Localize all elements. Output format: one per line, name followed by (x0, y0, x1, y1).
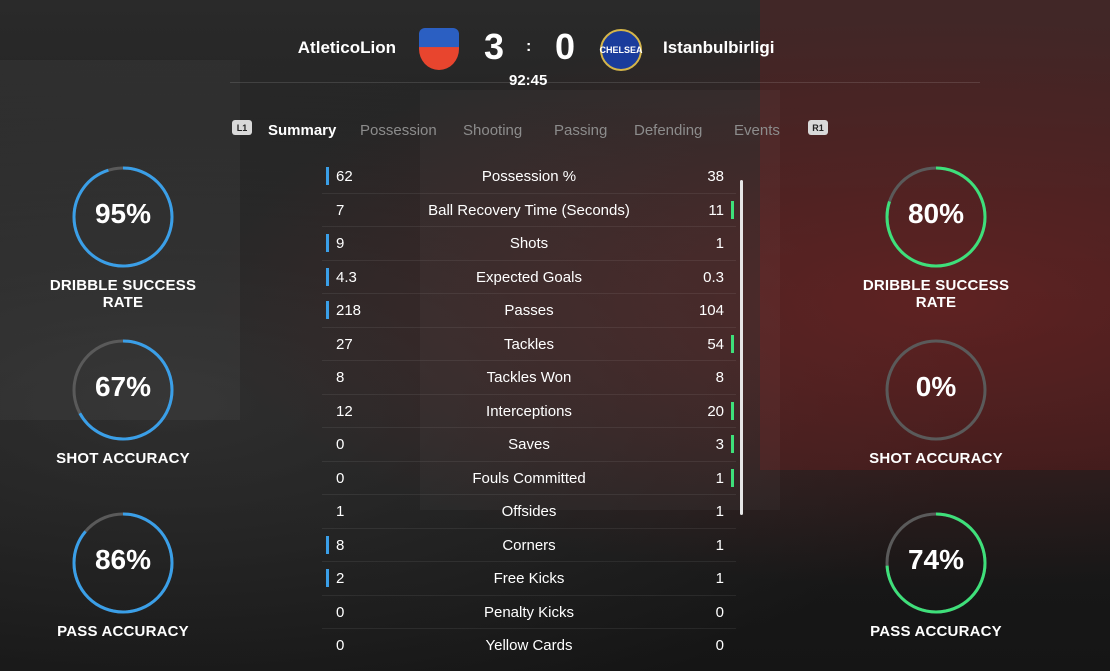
away-pass-gauge: 74% PASS ACCURACY (846, 511, 1026, 640)
stat-name: Saves (508, 436, 550, 453)
away-stat-value: 1 (715, 503, 724, 520)
stat-name: Free Kicks (493, 570, 565, 587)
gauge-value: 74% (907, 544, 965, 575)
gauge-label: DRIBBLE SUCCESS RATE (862, 277, 1010, 311)
gauge-label: DRIBBLE SUCCESS RATE (49, 277, 197, 311)
stat-row: 8 Tackles Won 8 (322, 361, 736, 395)
stat-name: Tackles (503, 335, 555, 353)
tab-passing[interactable]: Passing (554, 122, 607, 139)
stat-name: Passes (504, 302, 554, 319)
match-stats-table[interactable]: 62 Possession % 38 7 Ball Recovery Time (Sec… (322, 160, 736, 650)
away-shot-gauge: 0% SHOT ACCURACY (846, 338, 1026, 467)
gauge-label: PASS ACCURACY (870, 623, 1002, 640)
stat-name: Shots (509, 235, 549, 252)
stat-row: 0 Penalty Kicks 0 (322, 596, 736, 629)
stat-row: 0 Yellow Cards 0 (322, 629, 736, 650)
home-team-crest-icon (419, 28, 459, 70)
home-dribble-gauge: 95% DRIBBLE SUCCESS RATE (33, 165, 213, 311)
tab-possession[interactable]: Possession (360, 122, 437, 139)
tab-defending[interactable]: Defending (634, 122, 702, 139)
away-stat-value: 20 (707, 402, 724, 420)
away-dribble-gauge: 80% DRIBBLE SUCCESS RATE (846, 165, 1026, 311)
gauge-label: SHOT ACCURACY (56, 450, 190, 467)
stat-name: Fouls Committed (472, 469, 586, 487)
stat-name: Corners (502, 536, 556, 554)
stat-row: 9 Shots 1 (322, 227, 736, 261)
stat-row: 12 Interceptions 20 (322, 395, 736, 428)
l1-button-hint[interactable]: L1 (232, 120, 252, 135)
away-stat-value: 1 (715, 469, 724, 487)
stat-name: Tackles Won (486, 369, 572, 386)
stat-row: 4.3 Expected Goals 0.3 (322, 261, 736, 294)
gauge-label: SHOT ACCURACY (869, 450, 1003, 467)
away-stat-value: 1 (715, 235, 724, 252)
stat-name: Penalty Kicks (483, 603, 575, 621)
away-stat-value: 3 (715, 436, 724, 453)
stat-name: Possession % (481, 168, 577, 185)
away-stat-value: 1 (715, 536, 724, 554)
tab-events[interactable]: Events (734, 122, 780, 139)
away-team-crest-icon: CHELSEA (599, 29, 643, 71)
gauge-value: 95% (94, 198, 152, 229)
stat-row: 0 Saves 3 (322, 428, 736, 462)
scoreboard-header: AtleticoLion 3 : 0 CHELSEA Istanbulbirli… (0, 0, 1110, 95)
stat-row: 1 Offsides 1 (322, 495, 736, 529)
away-stat-value: 0.3 (703, 268, 724, 286)
match-clock: 92:45 (509, 72, 548, 89)
home-shot-gauge: 67% SHOT ACCURACY (33, 338, 213, 467)
gauge-value: 86% (94, 544, 152, 575)
stat-name: Interceptions (486, 402, 572, 420)
stat-name: Expected Goals (476, 268, 582, 286)
stat-row: 27 Tackles 54 (322, 328, 736, 361)
stat-row: 0 Fouls Committed 1 (322, 462, 736, 495)
away-score: 0 (555, 26, 576, 67)
stats-tab-bar: L1 Summary Possession Shooting Passing D… (0, 120, 1110, 142)
away-stat-value: 54 (707, 335, 724, 353)
away-stat-value: 0 (715, 603, 724, 621)
stat-row: 7 Ball Recovery Time (Seconds) 11 (322, 194, 736, 227)
away-stat-value: 1 (715, 570, 724, 587)
away-stat-value: 11 (708, 201, 724, 219)
away-crest-text: CHELSEA (599, 45, 643, 55)
home-score: 3 (484, 26, 505, 67)
stat-name: Offsides (501, 503, 557, 520)
away-stat-value: 38 (707, 168, 724, 185)
stat-row: 2 Free Kicks 1 (322, 562, 736, 596)
tab-summary[interactable]: Summary (268, 122, 336, 139)
stats-scrollbar[interactable] (740, 180, 743, 515)
away-team-name: Istanbulbirligi (663, 38, 775, 57)
away-stat-value: 0 (715, 637, 724, 650)
score-separator: : (526, 38, 532, 55)
tab-shooting[interactable]: Shooting (463, 122, 522, 139)
away-stat-value: 104 (698, 302, 724, 319)
header-divider (230, 82, 980, 83)
stat-row: 62 Possession % 38 (322, 160, 736, 194)
home-team-name: AtleticoLion (297, 38, 396, 57)
stat-row: 218 Passes 104 (322, 294, 736, 328)
r1-button-hint[interactable]: R1 (808, 120, 828, 135)
gauge-value: 67% (94, 371, 152, 402)
gauge-value: 0% (915, 371, 957, 402)
away-stat-value: 8 (715, 369, 724, 386)
stat-row: 8 Corners 1 (322, 529, 736, 562)
home-pass-gauge: 86% PASS ACCURACY (33, 511, 213, 640)
stat-name: Ball Recovery Time (Seconds) (428, 201, 630, 219)
stat-name: Yellow Cards (485, 637, 573, 650)
gauge-label: PASS ACCURACY (57, 623, 189, 640)
gauge-value: 80% (907, 198, 965, 229)
